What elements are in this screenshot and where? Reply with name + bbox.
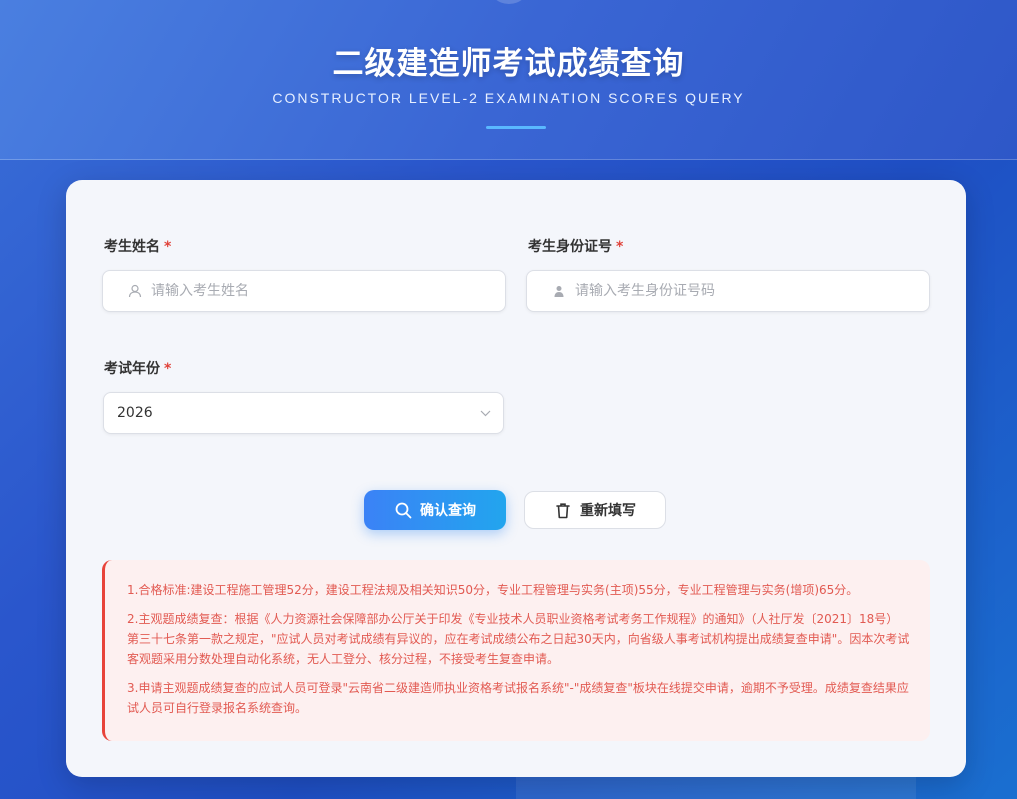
header-decoration [488, 0, 530, 4]
confirm-query-label: 确认查询 [420, 503, 476, 519]
required-mark: * [164, 361, 172, 377]
confirm-query-button[interactable]: 确认查询 [364, 490, 506, 530]
notice-item: 1.合格标准:建设工程施工管理52分，建设工程法规及相关知识50分，专业工程管理… [127, 583, 859, 597]
query-form-card: 考生姓名* 考生身份证号* 考试年份* 2026 确认查询 重 [66, 180, 966, 777]
required-mark: * [616, 239, 624, 255]
year-label: 考试年份 * [104, 358, 171, 378]
required-mark: * [164, 239, 172, 255]
page-subtitle: CONSTRUCTOR LEVEL-2 EXAMINATION SCORES Q… [272, 90, 745, 106]
name-label: 考生姓名 * [104, 236, 171, 256]
page-header: 二级建造师考试成绩查询 CONSTRUCTOR LEVEL-2 EXAMINAT… [0, 0, 1017, 160]
name-field[interactable] [102, 270, 506, 312]
user-icon [127, 283, 143, 299]
reset-button[interactable]: 重新填写 [524, 491, 666, 529]
id-number-input[interactable] [575, 283, 895, 299]
notice-item: 3.申请主观题成绩复查的应试人员可登录"云南省二级建造师执业资格考试报名系统"-… [127, 681, 909, 715]
notice-item: 2.主观题成绩复查：根据《人力资源社会保障部办公厅关于印发《专业技术人员职业资格… [127, 612, 910, 666]
id-label: 考生身份证号 * [528, 236, 623, 256]
person-icon [551, 283, 567, 299]
notice-box: 1.合格标准:建设工程施工管理52分，建设工程法规及相关知识50分，专业工程管理… [102, 560, 930, 741]
name-input[interactable] [151, 283, 471, 299]
year-label-text: 考试年份 [104, 361, 160, 377]
year-select[interactable]: 2026 [103, 392, 504, 434]
year-selected-value: 2026 [117, 405, 153, 421]
name-label-text: 考生姓名 [104, 239, 160, 255]
chevron-down-icon [479, 407, 491, 419]
page-title: 二级建造师考试成绩查询 [332, 46, 685, 82]
title-underline [486, 126, 546, 129]
id-label-text: 考生身份证号 [528, 239, 612, 255]
id-number-field[interactable] [526, 270, 930, 312]
reset-label: 重新填写 [580, 503, 636, 519]
trash-icon [554, 501, 572, 519]
search-icon [394, 501, 412, 519]
